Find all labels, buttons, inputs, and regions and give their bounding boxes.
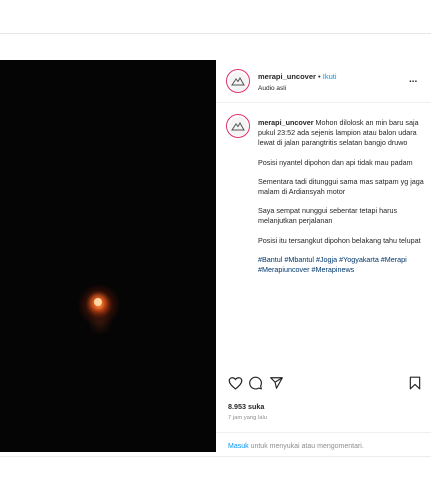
login-link[interactable]: Masuk — [228, 443, 249, 450]
heart-icon[interactable] — [228, 376, 243, 390]
bookmark-icon[interactable] — [408, 376, 422, 390]
send-icon[interactable] — [269, 376, 284, 390]
post-header: merapi_uncover • Ikuti Audio asli ... — [216, 60, 431, 103]
caption-paragraph: Saya sempat nunggui sebentar tetapi haru… — [258, 206, 398, 226]
caption: merapi_uncover Mohon dilolosk an min bar… — [258, 118, 424, 284]
comment-icon[interactable] — [248, 376, 263, 390]
video-player[interactable] — [0, 60, 216, 452]
follow-button[interactable]: Ikuti — [323, 72, 337, 81]
separator-dot: • — [318, 72, 321, 81]
caption-paragraph: Posisi nyantel dipohon dan api tidak mau… — [258, 157, 413, 167]
top-divider — [0, 33, 431, 34]
caption-username[interactable]: merapi_uncover — [258, 118, 314, 127]
post-panel: merapi_uncover • Ikuti Audio asli ... me… — [216, 60, 431, 452]
caption-avatar[interactable] — [226, 114, 250, 138]
avatar[interactable] — [226, 69, 250, 93]
lantern-light — [94, 298, 102, 306]
audio-link[interactable]: Audio asli — [258, 85, 286, 92]
divider — [216, 432, 431, 433]
action-bar — [228, 376, 423, 392]
caption-paragraph: Posisi itu tersangkut dipohon belakang t… — [258, 235, 421, 245]
mountain-logo-icon — [231, 121, 245, 131]
hashtags[interactable]: #Bantul #Mbantul #Jogja #Yogyakarta #Mer… — [258, 255, 424, 275]
lantern-smoke — [86, 312, 114, 334]
login-text: untuk menyukai atau mengomentari. — [248, 443, 364, 450]
post-time: 7 jam yang lalu — [228, 415, 267, 421]
login-prompt: Masuk untuk menyukai atau mengomentari. — [228, 443, 364, 450]
likes-count[interactable]: 8.953 suka — [228, 402, 264, 411]
more-options-button[interactable]: ... — [409, 74, 417, 85]
caption-paragraph: Sementara tadi ditunggui sama mas satpam… — [258, 176, 424, 197]
caption-paragraph: merapi_uncover Mohon dilolosk an min bar… — [258, 118, 424, 149]
mountain-logo-icon — [231, 76, 245, 86]
bottom-divider — [0, 456, 431, 457]
header-username-line: merapi_uncover • Ikuti — [258, 72, 337, 81]
username-link[interactable]: merapi_uncover — [258, 72, 316, 81]
